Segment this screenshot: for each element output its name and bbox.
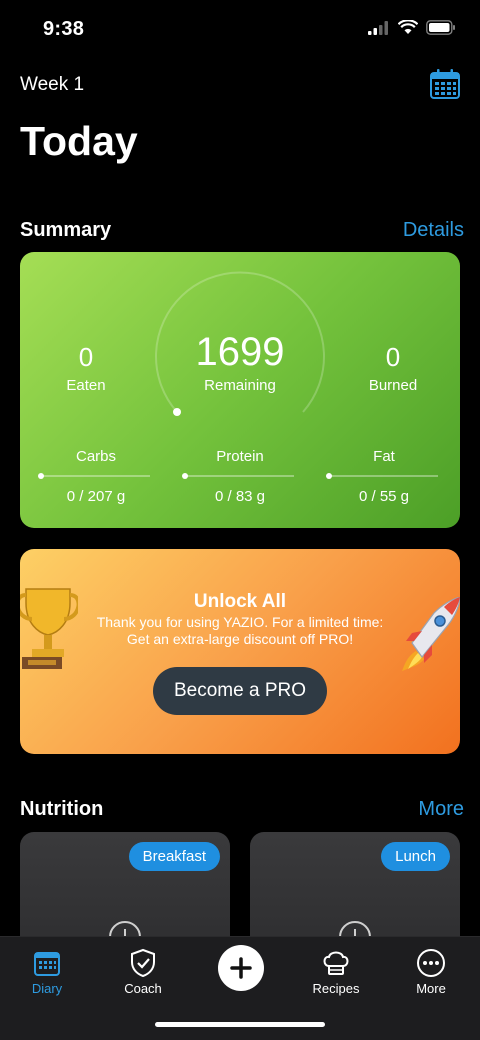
more-link[interactable]: More: [418, 798, 464, 821]
calendar-icon: [34, 952, 60, 976]
protein-label: Protein: [216, 448, 264, 465]
fat-bar-dot: [326, 473, 332, 479]
tab-recipes[interactable]: Recipes: [296, 945, 376, 996]
remaining-label: Remaining: [204, 377, 276, 394]
week-label: Week 1: [20, 74, 85, 95]
rocket-icon: [402, 597, 460, 671]
breakfast-pill: Breakfast: [128, 842, 220, 871]
calendar-icon: [430, 69, 460, 99]
eaten-label: Eaten: [66, 377, 106, 394]
shield-check-icon: [131, 948, 155, 978]
summary-card[interactable]: 0 Eaten 1699 Remaining 0 Burned Carbs 0 …: [20, 252, 460, 528]
tab-diary-label: Diary: [31, 981, 63, 996]
protein-value: 0 / 83 g: [214, 488, 266, 505]
promo-title: Unlock All: [193, 591, 287, 612]
promo-card[interactable]: Unlock All Thank you for using YAZIO. Fo…: [20, 549, 460, 754]
signal-icon: [368, 20, 388, 35]
page-title: Today: [20, 118, 138, 164]
fat-value: 0 / 55 g: [358, 488, 410, 505]
details-link[interactable]: Details: [403, 219, 464, 242]
tab-diary[interactable]: Diary: [7, 945, 87, 996]
plus-icon: [230, 957, 252, 979]
wifi-icon: [398, 20, 418, 34]
protein-bar-dot: [182, 473, 188, 479]
chef-hat-icon: [323, 951, 349, 975]
carbs-bar-dot: [38, 473, 44, 479]
tab-more[interactable]: More: [391, 945, 471, 996]
protein-bar: [184, 475, 294, 477]
nutrition-title: Nutrition: [20, 798, 104, 820]
fat-label: Fat: [373, 448, 395, 465]
remaining-value: 1699: [195, 330, 285, 374]
tab-coach-label: Coach: [124, 981, 162, 996]
more-dots-icon: [417, 949, 445, 977]
tab-coach[interactable]: Coach: [103, 945, 183, 996]
carbs-bar: [40, 475, 150, 477]
carbs-value: 0 / 207 g: [66, 488, 126, 505]
burned-label: Burned: [368, 377, 418, 394]
burned-value: 0: [385, 342, 401, 372]
add-button[interactable]: [218, 945, 264, 991]
tab-recipes-label: Recipes: [312, 981, 360, 996]
status-time: 9:38: [43, 18, 85, 40]
promo-text: Thank you for using YAZIO. For a limited…: [96, 614, 384, 647]
lunch-pill: Lunch: [381, 842, 450, 871]
eaten-value: 0: [78, 342, 94, 372]
become-pro-button[interactable]: Become a PRO: [153, 667, 327, 715]
calendar-button[interactable]: [429, 68, 461, 100]
carbs-label: Carbs: [75, 448, 116, 465]
home-indicator[interactable]: [155, 1022, 325, 1027]
fat-bar: [328, 475, 438, 477]
tab-more-label: More: [416, 981, 446, 996]
status-icons: [368, 20, 456, 35]
summary-title: Summary: [20, 219, 112, 241]
battery-icon: [426, 20, 455, 35]
